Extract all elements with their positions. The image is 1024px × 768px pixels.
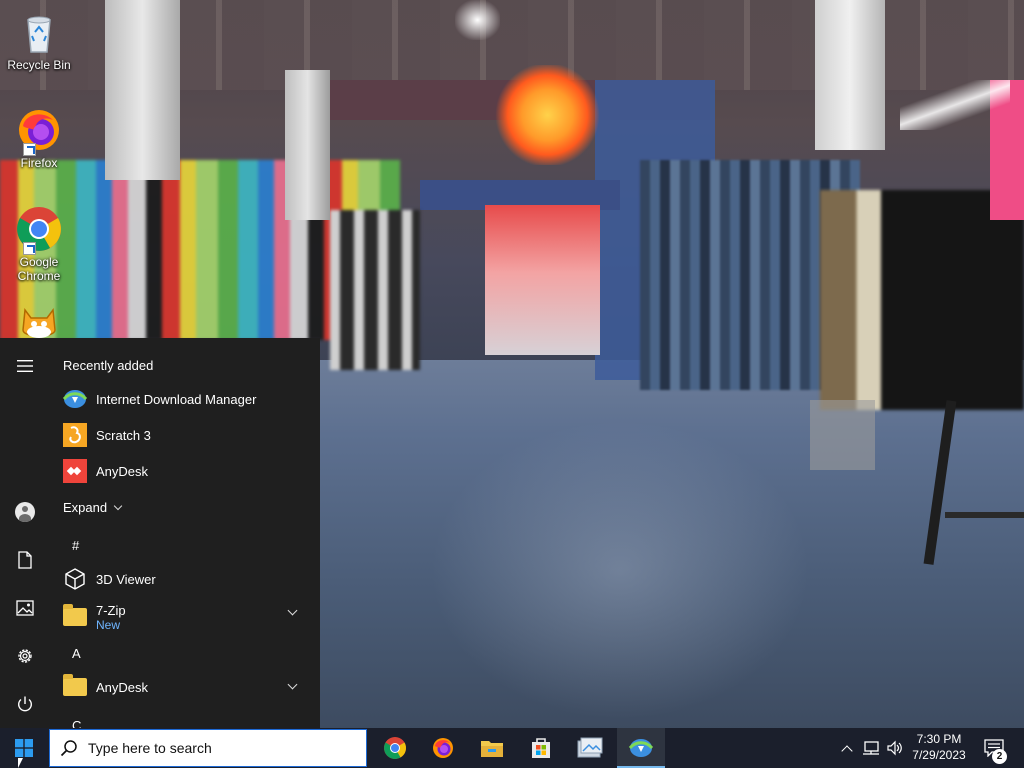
app-label: 3D Viewer [96, 571, 156, 587]
desktop-icon-label: Firefox [20, 156, 58, 170]
chevron-down-icon[interactable] [287, 605, 298, 616]
settings-icon [18, 649, 32, 663]
folder-icon [62, 674, 88, 700]
app-item-internet-download-manager[interactable]: Internet Download Manager [50, 381, 310, 417]
user-icon [15, 502, 35, 522]
notification-count-badge: 2 [992, 749, 1007, 764]
chevron-down-icon [113, 501, 123, 510]
app-label: Internet Download Manager [96, 391, 257, 407]
app-label: AnyDesk [96, 679, 149, 695]
app-item-anydesk-folder[interactable]: AnyDesk [50, 669, 310, 705]
start-menu-rail [0, 338, 50, 728]
shortcut-arrow-icon [23, 143, 36, 156]
windows-logo-icon [15, 739, 33, 757]
chrome-icon [384, 737, 406, 759]
start-menu: Recently added Internet Download Manager… [0, 338, 320, 728]
show-hidden-icons-button[interactable] [838, 728, 856, 768]
folder-icon [62, 604, 88, 630]
cube-icon [62, 566, 88, 592]
app-label: Scratch 3 [96, 427, 151, 443]
desktop-icon-firefox[interactable]: Firefox [4, 106, 74, 170]
store-icon [532, 738, 550, 758]
volume-icon [887, 740, 902, 756]
search-icon [60, 739, 78, 757]
hamburger-menu-button[interactable] [0, 346, 50, 386]
taskbar-photos[interactable] [566, 728, 614, 768]
network-icon [863, 741, 879, 755]
firefox-icon [15, 106, 63, 156]
app-item-3d-viewer[interactable]: 3D Viewer [50, 561, 310, 597]
file-explorer-icon [481, 741, 503, 757]
documents-button[interactable] [0, 540, 50, 580]
app-item-anydesk[interactable]: AnyDesk [50, 453, 310, 489]
recycle-bin-icon [15, 8, 63, 56]
group-header-hash[interactable]: # [72, 538, 79, 553]
power-icon [18, 696, 32, 712]
start-app-list: Recently added Internet Download Manager… [50, 338, 320, 728]
network-button[interactable] [860, 728, 882, 768]
firefox-icon [433, 738, 453, 758]
taskbar-internet-download-manager[interactable] [617, 728, 665, 768]
taskbar-clock[interactable]: 7:30 PM 7/29/2023 [906, 731, 972, 763]
idm-icon [628, 739, 654, 757]
expand-label: Expand [63, 500, 108, 515]
app-item-scratch-3[interactable]: Scratch 3 [50, 417, 310, 453]
desktop-icon-chrome[interactable]: Google Chrome [4, 205, 74, 283]
app-label: 7-Zip [96, 602, 126, 618]
recently-added-heading: Recently added [63, 358, 154, 373]
clock-time: 7:30 PM [916, 732, 962, 746]
scratch-icon [62, 422, 88, 448]
new-badge: New [96, 617, 121, 632]
chrome-icon [15, 205, 63, 255]
taskbar-firefox[interactable] [419, 728, 467, 768]
scratch-icon [15, 302, 63, 338]
pictures-button[interactable] [0, 588, 50, 628]
power-button[interactable] [0, 684, 50, 724]
chevron-up-icon [841, 744, 853, 757]
chevron-down-icon[interactable] [287, 679, 298, 690]
taskbar-search-box[interactable]: Type here to search [49, 729, 367, 767]
desktop-icon-recycle-bin[interactable]: Recycle Bin [4, 8, 74, 72]
mouse-cursor-icon [18, 758, 28, 768]
photos-icon [577, 737, 603, 758]
document-icon [18, 551, 32, 569]
desktop-icon-label: Google Chrome [17, 255, 61, 283]
taskbar-store[interactable] [517, 728, 565, 768]
idm-icon [62, 386, 88, 412]
volume-button[interactable] [884, 728, 906, 768]
clock-date: 7/29/2023 [912, 748, 966, 762]
pictures-icon [16, 600, 34, 616]
user-account-button[interactable] [0, 492, 50, 532]
search-placeholder: Type here to search [88, 740, 212, 756]
desktop-icon-label: Recycle Bin [7, 58, 71, 72]
taskbar: Type here to search 7:30 PM 7/29/2023 2 [0, 728, 1024, 768]
hamburger-icon [17, 360, 33, 372]
settings-button[interactable] [0, 636, 50, 676]
group-header-c[interactable]: C [72, 718, 81, 728]
anydesk-icon [62, 458, 88, 484]
expand-button[interactable]: Expand [63, 500, 123, 515]
desktop-icon-scratch[interactable] [4, 302, 74, 338]
taskbar-chrome[interactable] [371, 728, 419, 768]
taskbar-file-explorer[interactable] [468, 728, 516, 768]
shortcut-arrow-icon [23, 242, 36, 255]
app-label: AnyDesk [96, 463, 149, 479]
group-header-a[interactable]: A [72, 646, 81, 661]
app-item-7-zip[interactable]: 7-Zip New [50, 597, 310, 637]
